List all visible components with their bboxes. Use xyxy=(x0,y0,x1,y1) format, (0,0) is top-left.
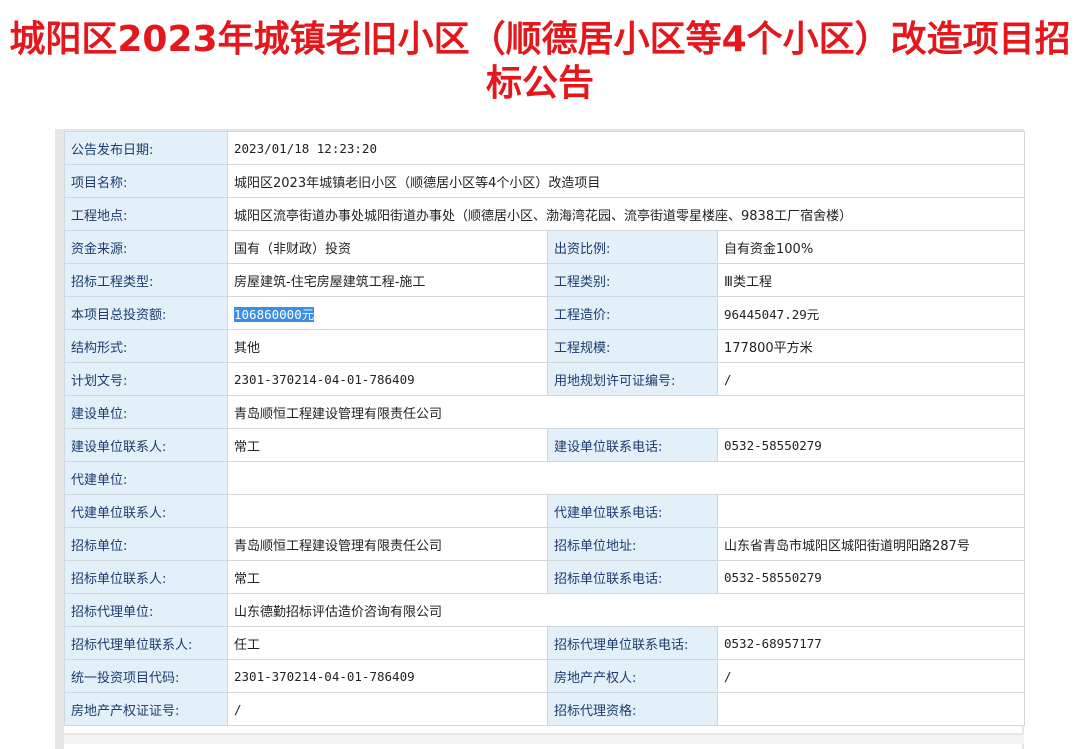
agent-contact-value xyxy=(227,494,548,528)
tendering-contact-value: 常工 xyxy=(227,560,548,594)
agency-qualification-label: 招标代理资格: xyxy=(547,692,718,726)
project-name-label: 项目名称: xyxy=(64,164,228,198)
tendering-unit-value: 青岛顺恒工程建设管理有限责任公司 xyxy=(227,527,548,561)
project-name-value: 城阳区2023年城镇老旧小区（顺德居小区等4个小区）改造项目 xyxy=(227,164,1025,198)
publish-date-label: 公告发布日期: xyxy=(64,131,228,165)
funding-ratio-label: 出资比例: xyxy=(547,230,718,264)
tendering-unit-label: 招标单位: xyxy=(64,527,228,561)
tendering-phone-label: 招标单位联系电话: xyxy=(547,560,718,594)
table-row: 招标工程类型: 房屋建筑-住宅房屋建筑工程-施工 工程类别: Ⅲ类工程 xyxy=(64,263,1025,297)
tender-type-value: 房屋建筑-住宅房屋建筑工程-施工 xyxy=(227,263,548,297)
project-location-label: 工程地点: xyxy=(64,197,228,231)
agent-phone-value xyxy=(717,494,1025,528)
property-owner-label: 房地产产权人: xyxy=(547,659,718,693)
tendering-address-label: 招标单位地址: xyxy=(547,527,718,561)
project-location-value: 城阳区流亭街道办事处城阳街道办事处（顺德居小区、渤海湾花园、流亭街道零星楼座、9… xyxy=(227,197,1025,231)
agent-phone-label: 代建单位联系电话: xyxy=(547,494,718,528)
page-title-line-1: 城阳区2023年城镇老旧小区（顺德居小区等4个小区）改造项目招 xyxy=(9,19,1071,60)
agency-phone-value: 0532-68957177 xyxy=(717,626,1025,660)
project-scale-value: 177800平方米 xyxy=(717,329,1025,363)
table-row: 招标单位: 青岛顺恒工程建设管理有限责任公司 招标单位地址: 山东省青岛市城阳区… xyxy=(64,527,1025,561)
agency-qualification-value xyxy=(717,692,1025,726)
project-category-label: 工程类别: xyxy=(547,263,718,297)
tender-type-label: 招标工程类型: xyxy=(64,263,228,297)
agency-phone-label: 招标代理单位联系电话: xyxy=(547,626,718,660)
construction-contact-label: 建设单位联系人: xyxy=(64,428,228,462)
structure-form-value: 其他 xyxy=(227,329,548,363)
table-row: 代建单位: xyxy=(64,461,1025,495)
agency-contact-label: 招标代理单位联系人: xyxy=(64,626,228,660)
funding-source-label: 资金来源: xyxy=(64,230,228,264)
agent-unit-label: 代建单位: xyxy=(64,461,228,495)
agent-unit-value xyxy=(227,461,1025,495)
property-cert-label: 房地产产权证证号: xyxy=(64,692,228,726)
project-category-value: Ⅲ类工程 xyxy=(717,263,1025,297)
tendering-contact-label: 招标单位联系人: xyxy=(64,560,228,594)
table-row: 公告发布日期: 2023/01/18 12:23:20 xyxy=(64,131,1025,165)
table-row: 招标单位联系人: 常工 招标单位联系电话: 0532-58550279 xyxy=(64,560,1025,594)
tendering-address-value: 山东省青岛市城阳区城阳街道明阳路287号 xyxy=(717,527,1025,561)
project-cost-label: 工程造价: xyxy=(547,296,718,330)
investment-code-label: 统一投资项目代码: xyxy=(64,659,228,693)
project-scale-label: 工程规模: xyxy=(547,329,718,363)
agent-contact-label: 代建单位联系人: xyxy=(64,494,228,528)
tender-agency-value: 山东德勤招标评估造价咨询有限公司 xyxy=(227,593,1025,627)
project-cost-value: 96445047.29元 xyxy=(717,296,1025,330)
tendering-phone-value: 0532-58550279 xyxy=(717,560,1025,594)
total-investment-label: 本项目总投资额: xyxy=(64,296,228,330)
total-investment-value[interactable]: 106860000元 xyxy=(234,306,315,322)
construction-unit-label: 建设单位: xyxy=(64,395,228,429)
table-row: 招标代理单位联系人: 任工 招标代理单位联系电话: 0532-68957177 xyxy=(64,626,1025,660)
table-row: 计划文号: 2301-370214-04-01-786409 用地规划许可证编号… xyxy=(64,362,1025,396)
construction-contact-value: 常工 xyxy=(227,428,548,462)
property-cert-value: / xyxy=(227,692,548,726)
plan-number-label: 计划文号: xyxy=(64,362,228,396)
page-title: 城阳区2023年城镇老旧小区（顺德居小区等4个小区）改造项目招 标公告 xyxy=(0,18,1080,106)
table-row: 统一投资项目代码: 2301-370214-04-01-786409 房地产产权… xyxy=(64,659,1025,693)
agency-contact-value: 任工 xyxy=(227,626,548,660)
table-row: 建设单位联系人: 常工 建设单位联系电话: 0532-58550279 xyxy=(64,428,1025,462)
construction-unit-value: 青岛顺恒工程建设管理有限责任公司 xyxy=(227,395,1025,429)
table-row: 招标代理单位: 山东德勤招标评估造价咨询有限公司 xyxy=(64,593,1025,627)
plan-number-value: 2301-370214-04-01-786409 xyxy=(227,362,548,396)
table-row: 房地产产权证证号: / 招标代理资格: xyxy=(64,692,1025,726)
investment-code-value: 2301-370214-04-01-786409 xyxy=(227,659,548,693)
total-investment-cell[interactable]: 106860000元 xyxy=(227,296,548,330)
funding-ratio-value: 自有资金100% xyxy=(717,230,1025,264)
page-title-line-2: 标公告 xyxy=(485,63,594,104)
table-row: 结构形式: 其他 工程规模: 177800平方米 xyxy=(64,329,1025,363)
table-row: 资金来源: 国有（非财政）投资 出资比例: 自有资金100% xyxy=(64,230,1025,264)
announcement-info-table: 公告发布日期: 2023/01/18 12:23:20 项目名称: 城阳区202… xyxy=(64,131,1025,726)
tender-agency-label: 招标代理单位: xyxy=(64,593,228,627)
property-owner-value: / xyxy=(717,659,1025,693)
land-permit-value: / xyxy=(717,362,1025,396)
table-bottom-edge xyxy=(64,733,1024,744)
funding-source-value: 国有（非财政）投资 xyxy=(227,230,548,264)
publish-date-value: 2023/01/18 12:23:20 xyxy=(227,131,1025,165)
table-row: 项目名称: 城阳区2023年城镇老旧小区（顺德居小区等4个小区）改造项目 xyxy=(64,164,1025,198)
structure-form-label: 结构形式: xyxy=(64,329,228,363)
land-permit-label: 用地规划许可证编号: xyxy=(547,362,718,396)
table-row: 建设单位: 青岛顺恒工程建设管理有限责任公司 xyxy=(64,395,1025,429)
table-row: 工程地点: 城阳区流亭街道办事处城阳街道办事处（顺德居小区、渤海湾花园、流亭街道… xyxy=(64,197,1025,231)
construction-phone-label: 建设单位联系电话: xyxy=(547,428,718,462)
construction-phone-value: 0532-58550279 xyxy=(717,428,1025,462)
table-row: 代建单位联系人: 代建单位联系电话: xyxy=(64,494,1025,528)
table-row: 本项目总投资额: 106860000元 工程造价: 96445047.29元 xyxy=(64,296,1025,330)
